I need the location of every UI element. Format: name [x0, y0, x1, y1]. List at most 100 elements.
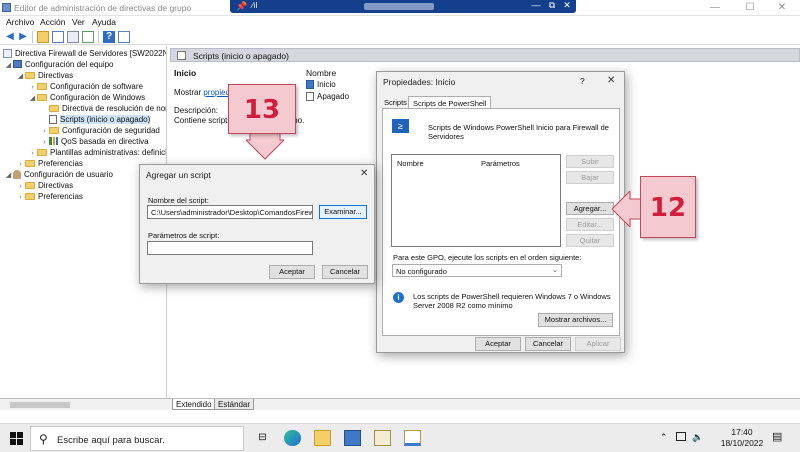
add-script-button[interactable]: Agregar...: [566, 202, 614, 215]
details-header: Scripts (inicio o apagado): [170, 48, 800, 62]
export-list-icon[interactable]: [82, 31, 94, 43]
menu-bar: Archivo Acción Ver Ayuda: [0, 16, 800, 29]
expand-arrow-icon[interactable]: ›: [16, 192, 25, 203]
properties-icon[interactable]: [67, 31, 79, 43]
show-hide-tree-icon[interactable]: [52, 31, 64, 43]
folder-icon: [25, 182, 35, 189]
volume-icon[interactable]: 🔈: [692, 432, 703, 443]
tree-item-label: Configuración de Windows: [50, 93, 146, 102]
script-icon: [306, 92, 314, 101]
task-view-icon[interactable]: ⊟: [254, 430, 271, 446]
tree-item-label: Configuración de usuario: [24, 170, 113, 179]
rdp-minimize-button[interactable]: —: [530, 0, 542, 10]
list-item-apagado[interactable]: Apagado: [306, 92, 349, 101]
props-ok-button[interactable]: Aceptar: [475, 337, 521, 351]
tab-scripts[interactable]: Scripts: [384, 98, 407, 107]
collapse-arrow-icon[interactable]: ◢: [4, 60, 13, 71]
minimize-button[interactable]: —: [700, 1, 730, 15]
help-button[interactable]: ?: [580, 76, 585, 86]
tree-item-configuracion-equipo[interactable]: ◢ Configuración del equipo: [0, 59, 166, 70]
menu-ver[interactable]: Ver: [72, 17, 85, 27]
script-name-input[interactable]: C:\Users\administrador\Desktop\ComandosF…: [147, 205, 313, 219]
props-cancel-button[interactable]: Cancelar: [525, 337, 571, 351]
tree-item-configuracion-software[interactable]: › Configuración de software: [0, 81, 166, 92]
gpo-editor-app-icon: [2, 3, 11, 12]
scripts-list[interactable]: Nombre Parámetros: [391, 154, 561, 247]
file-explorer-icon[interactable]: [314, 430, 331, 446]
edit-script-button[interactable]: Editar...: [566, 218, 614, 231]
move-up-button[interactable]: Subir: [566, 155, 614, 168]
rdp-close-button[interactable]: ✕: [561, 0, 573, 11]
menu-archivo[interactable]: Archivo: [6, 17, 34, 27]
tree-item-label-selected: Scripts (inicio o apagado): [60, 115, 151, 124]
tree-root[interactable]: Directiva Firewall de Servidores [SW2022…: [0, 48, 166, 59]
add-ok-button[interactable]: Aceptar: [269, 265, 315, 279]
tree-item-label: Preferencias: [38, 159, 83, 168]
list-item-label: Inicio: [317, 80, 336, 89]
callout-13-arrow: [246, 132, 284, 160]
folder-up-icon[interactable]: [37, 31, 49, 43]
toolbar-separator: [32, 31, 33, 43]
tree-item-configuracion-windows[interactable]: ◢ Configuración de Windows: [0, 92, 166, 103]
details-header-title: Scripts (inicio o apagado): [193, 51, 289, 61]
windows-start-icon[interactable]: [10, 432, 24, 446]
clock-date: 18/10/2022: [720, 438, 764, 448]
tree-item-plantillas-administrativas[interactable]: › Plantillas administrativas: definicior: [0, 147, 166, 158]
pin-icon[interactable]: 📌: [236, 1, 247, 12]
notification-center-icon[interactable]: ▤: [772, 430, 782, 443]
close-icon[interactable]: ✕: [607, 75, 615, 86]
help-icon[interactable]: ?: [103, 31, 115, 43]
order-dropdown[interactable]: No configurado ⌄: [392, 264, 562, 277]
menu-accion[interactable]: Acción: [40, 17, 66, 27]
props-apply-button[interactable]: Aplicar: [575, 337, 621, 351]
menu-ayuda[interactable]: Ayuda: [92, 17, 116, 27]
show-files-button[interactable]: Mostrar archivos...: [538, 313, 613, 327]
gpo-editor-taskbar-icon[interactable]: [404, 430, 421, 446]
list-item-label: Apagado: [317, 92, 350, 101]
tab-extendido[interactable]: Extendido: [172, 399, 216, 410]
tree-item-resolucion-nombres[interactable]: Directiva de resolución de nomb: [0, 103, 166, 114]
show-hide-action-pane-icon[interactable]: [118, 31, 130, 43]
search-placeholder: Escribe aquí para buscar.: [57, 435, 165, 446]
collapse-arrow-icon[interactable]: ◢: [16, 71, 25, 82]
rdp-restore-button[interactable]: ⧉: [546, 0, 558, 11]
taskbar-clock[interactable]: 17:40 18/10/2022: [720, 427, 764, 449]
forward-arrow-icon[interactable]: ▶: [17, 31, 29, 43]
remove-script-button[interactable]: Quitar: [566, 234, 614, 247]
server-manager-icon[interactable]: [344, 430, 361, 446]
edge-browser-icon[interactable]: [284, 430, 301, 446]
script-params-input[interactable]: [147, 241, 313, 255]
toolbar: ◀ ▶ ?: [0, 29, 800, 45]
step-12-callout: 12: [640, 176, 696, 238]
tree-item-label: Preferencias: [38, 192, 83, 201]
group-policy-management-icon[interactable]: [374, 430, 391, 446]
order-dropdown-value: No configurado: [396, 267, 447, 276]
scripts-col-parametros[interactable]: Parámetros: [481, 159, 520, 168]
taskbar-search-box[interactable]: ⚲ Escribe aquí para buscar.: [30, 426, 244, 451]
name-column-header[interactable]: Nombre: [306, 68, 336, 78]
tree-item-scripts[interactable]: Scripts (inicio o apagado): [0, 114, 166, 125]
tree-item-directivas[interactable]: ◢ Directivas: [0, 70, 166, 81]
maximize-button[interactable]: ☐: [735, 1, 765, 15]
close-icon[interactable]: ✕: [360, 168, 368, 179]
tray-overflow-chevron[interactable]: ⌃: [660, 432, 668, 443]
scripts-col-nombre[interactable]: Nombre: [397, 159, 424, 168]
browse-button[interactable]: Examinar...: [319, 205, 367, 219]
chevron-down-icon[interactable]: ⌄: [552, 266, 558, 274]
add-cancel-button[interactable]: Cancelar: [322, 265, 368, 279]
back-arrow-icon[interactable]: ◀: [4, 31, 16, 43]
move-down-button[interactable]: Bajar: [566, 171, 614, 184]
connection-quality-icon[interactable]: ⁄ıl: [252, 1, 257, 10]
tab-estandar[interactable]: Estándar: [214, 399, 255, 410]
qos-chart-icon: [49, 137, 58, 145]
tree-item-qos[interactable]: › QoS basada en directiva: [0, 136, 166, 147]
collapse-arrow-icon[interactable]: ◢: [4, 170, 13, 181]
close-button[interactable]: ✕: [767, 1, 797, 15]
collapse-arrow-icon[interactable]: ◢: [28, 93, 37, 104]
network-icon[interactable]: [676, 432, 686, 441]
tree-item-configuracion-seguridad[interactable]: › Configuración de seguridad: [0, 125, 166, 136]
tree-horizontal-scrollbar[interactable]: [0, 398, 168, 410]
scrollbar-thumb[interactable]: [10, 402, 70, 408]
folder-icon: [37, 149, 47, 156]
list-item-inicio[interactable]: Inicio: [306, 80, 336, 89]
